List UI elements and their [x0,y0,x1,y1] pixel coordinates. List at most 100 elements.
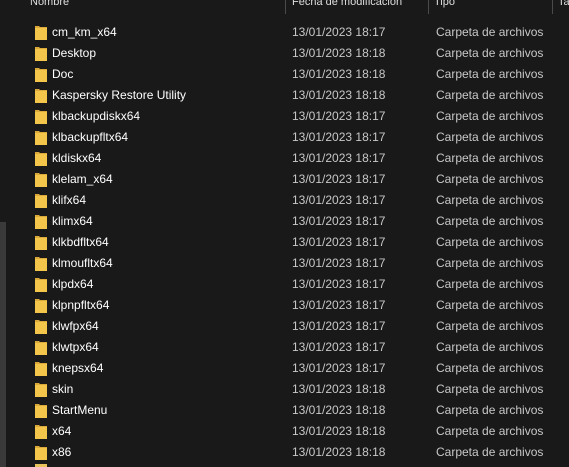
column-header-date[interactable]: Fecha de modificación [292,0,430,14]
file-row[interactable]: StartMenu 13/01/2023 18:18 Carpeta de arch… [8,400,569,421]
folder-icon [35,215,47,229]
file-type: Carpeta de archivos [436,130,544,144]
folder-icon [35,404,47,418]
file-name: klimx64 [52,214,93,228]
column-header-size[interactable]: Ta [558,0,569,14]
file-row[interactable]: klpdx64 13/01/2023 18:17 Carpeta de archiv… [8,274,569,295]
file-name: StartMenu [52,403,108,417]
file-name: x64 [52,424,72,438]
file-row[interactable]: klbackupfltx64 13/01/2023 18:17 Carpeta de… [8,127,569,148]
file-type: Carpeta de archivos [436,151,544,165]
file-name: klbackupdiskx64 [52,109,141,123]
file-type: Carpeta de archivos [436,298,544,312]
file-type: Carpeta de archivos [436,319,544,333]
file-type: Carpeta de archivos [436,235,544,249]
scrollbar-thumb[interactable] [0,222,6,467]
file-name: klmoufltx64 [52,256,113,270]
file-date: 13/01/2023 18:18 [292,424,386,438]
file-date: 13/01/2023 18:17 [292,172,386,186]
file-row[interactable]: klifx64 13/01/2023 18:17 Carpeta de archiv… [8,190,569,211]
file-row[interactable]: klmoufltx64 13/01/2023 18:17 Carpeta de ar… [8,253,569,274]
file-type: Carpeta de archivos [436,25,544,39]
file-row[interactable]: cm_km_x64 13/01/2023 18:17 Carpeta de arch… [8,22,569,43]
file-date: 13/01/2023 18:17 [292,235,386,249]
file-type: Carpeta de archivos [436,277,544,291]
file-date: 13/01/2023 18:17 [292,109,386,123]
column-divider[interactable] [552,0,553,14]
file-date: 13/01/2023 18:17 [292,298,386,312]
column-header-type[interactable]: Tipo [434,0,554,14]
file-date: 13/01/2023 18:18 [292,382,386,396]
file-type: Carpeta de archivos [436,382,544,396]
file-name: Doc [52,67,74,81]
column-divider[interactable] [428,0,429,14]
file-list: cm_km_x64 13/01/2023 18:17 Carpeta de arch… [8,22,569,463]
file-date: 13/01/2023 18:17 [292,130,386,144]
folder-icon [35,362,47,376]
file-date: 13/01/2023 18:18 [292,46,386,60]
file-row[interactable]: klwtpx64 13/01/2023 18:17 Carpeta de archi… [8,337,569,358]
file-name: klwtpx64 [52,340,99,354]
file-row[interactable]: x64 13/01/2023 18:18 Carpeta de archivos [8,421,569,442]
file-name: kldiskx64 [52,151,102,165]
file-name: skin [52,382,74,396]
folder-icon [35,341,47,355]
folder-icon [35,446,47,460]
folder-icon [35,47,47,61]
file-type: Carpeta de archivos [436,193,544,207]
file-type: Carpeta de archivos [436,340,544,354]
file-date: 13/01/2023 18:17 [292,277,386,291]
column-header-size-label: Ta [558,0,569,8]
file-type: Carpeta de archivos [436,46,544,60]
file-type: Carpeta de archivos [436,172,544,186]
column-header-date-label: Fecha de modificación [292,0,403,8]
file-row[interactable]: klwfpx64 13/01/2023 18:17 Carpeta de archi… [8,316,569,337]
file-type: Carpeta de archivos [436,403,544,417]
file-type: Carpeta de archivos [436,445,544,459]
file-name: Desktop [52,46,97,60]
file-date: 13/01/2023 18:18 [292,403,386,417]
folder-icon [35,383,47,397]
file-name: x86 [52,445,72,459]
file-type: Carpeta de archivos [436,256,544,270]
file-row[interactable]: klelam_x64 13/01/2023 18:17 Carpeta de arc… [8,169,569,190]
file-row[interactable]: knepsx64 13/01/2023 18:17 Carpeta de archi… [8,358,569,379]
folder-icon [35,299,47,313]
file-row[interactable]: Doc 13/01/2023 18:18 Carpeta de archivos [8,64,569,85]
file-row[interactable]: klimx64 13/01/2023 18:17 Carpeta de archiv… [8,211,569,232]
file-row[interactable]: Desktop 13/01/2023 18:18 Carpeta de archiv… [8,43,569,64]
file-name: klpnpfltx64 [52,298,110,312]
file-row[interactable]: klkbdfltx64 13/01/2023 18:17 Carpeta de ar… [8,232,569,253]
folder-icon [35,194,47,208]
column-divider[interactable] [285,0,286,14]
file-type: Carpeta de archivos [436,361,544,375]
file-name: klbackupfltx64 [52,130,129,144]
folder-icon [35,236,47,250]
file-date: 13/01/2023 18:17 [292,256,386,270]
column-header-type-label: Tipo [434,0,455,8]
folder-icon [35,320,47,334]
file-row[interactable]: klpnpfltx64 13/01/2023 18:17 Carpeta de ar… [8,295,569,316]
column-header-name[interactable]: Nombre [30,0,282,14]
file-row[interactable]: x86 13/01/2023 18:18 Carpeta de archivos [8,442,569,463]
file-name: cm_km_x64 [52,25,117,39]
folder-icon [35,425,47,439]
file-date: 13/01/2023 18:17 [292,361,386,375]
file-row[interactable]: skin 13/01/2023 18:18 Carpeta de archivos [8,379,569,400]
file-name: klelam_x64 [52,172,113,186]
file-date: 13/01/2023 18:17 [292,214,386,228]
folder-icon [35,278,47,292]
file-row[interactable]: kldiskx64 13/01/2023 18:17 Carpeta de arch… [8,148,569,169]
file-date: 13/01/2023 18:17 [292,319,386,333]
file-type: Carpeta de archivos [436,67,544,81]
file-date: 13/01/2023 18:18 [292,67,386,81]
folder-icon [35,257,47,271]
file-row[interactable]: Kaspersky Restore Utility 13/01/2023 18:1… [8,85,569,106]
column-header-name-label: Nombre [30,0,70,8]
file-date: 13/01/2023 18:17 [292,25,386,39]
file-date: 13/01/2023 18:17 [292,340,386,354]
file-row[interactable]: klbackupdiskx64 13/01/2023 18:17 Carpeta d… [8,106,569,127]
vertical-scrollbar[interactable] [0,0,6,467]
folder-icon [35,26,47,40]
file-date: 13/01/2023 18:17 [292,193,386,207]
